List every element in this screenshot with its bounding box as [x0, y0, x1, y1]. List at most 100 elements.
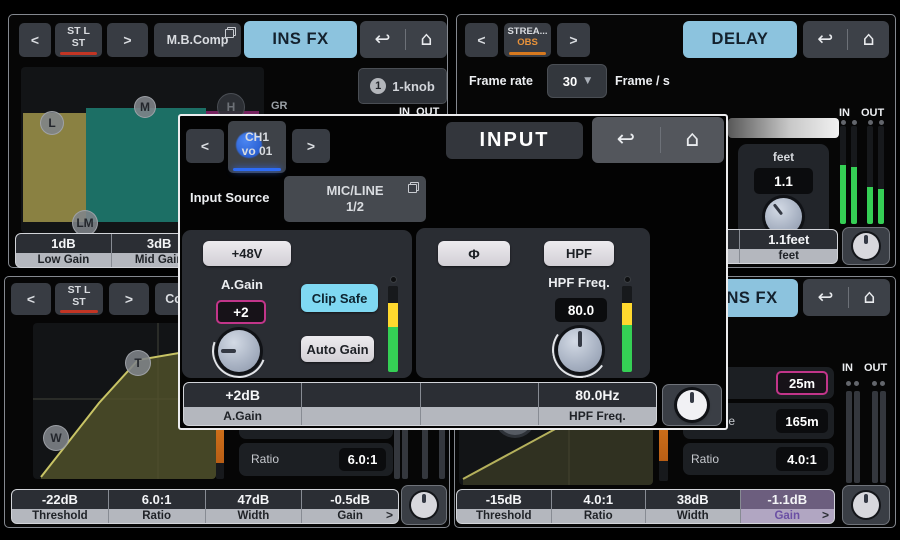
back-icon[interactable]: ↩ [375, 30, 391, 49]
input-source-button[interactable]: MIC/LINE 1/2 [284, 176, 426, 222]
footer-cell-width[interactable]: 47dB Width [206, 490, 303, 523]
fx-name-button[interactable]: M.B.Comp [154, 23, 241, 57]
attack-value[interactable]: 25m [776, 371, 828, 395]
clip-indicator-dot [624, 276, 631, 283]
channel-id: CH1 [245, 131, 269, 145]
footer-cell-empty[interactable] [421, 383, 539, 425]
meter-peak-dot [880, 381, 885, 386]
nav-box: ↩ ⌂ [803, 21, 889, 58]
out-meter [867, 126, 873, 224]
prev-channel-button[interactable]: < [19, 23, 51, 57]
footer-cell-hpf-freq[interactable]: 80.0Hz HPF Freq. [539, 383, 656, 425]
channel-select-button[interactable]: STREA... OBS [504, 23, 551, 57]
release-value[interactable]: 165m [776, 409, 828, 433]
footer-cell-ratio[interactable]: 6.0:1 Ratio [109, 490, 206, 523]
band-marker-low[interactable]: L [40, 111, 64, 135]
threshold-marker[interactable]: T [125, 350, 151, 376]
delay-time-slider[interactable] [728, 118, 839, 138]
param-row-ratio: Ratio 4.0:1 [683, 443, 834, 475]
knob-icon [677, 390, 707, 420]
divider [405, 29, 406, 50]
meter-peak-dot [846, 381, 851, 386]
home-icon[interactable]: ⌂ [685, 129, 699, 151]
band-marker-lowmid[interactable]: LM [72, 210, 98, 233]
hpf-card: Φ HPF HPF Freq. 80.0 [416, 228, 650, 378]
clip-safe-button[interactable]: Clip Safe [301, 284, 378, 312]
tab-delay[interactable]: DELAY [683, 21, 797, 58]
chevron-right-icon: > [822, 508, 829, 522]
out-label: OUT [861, 107, 884, 119]
next-channel-button[interactable]: > [109, 283, 149, 315]
prev-channel-button[interactable]: < [465, 23, 498, 57]
again-knob[interactable] [218, 330, 260, 372]
in-meter [840, 126, 846, 224]
gr-label: GR [271, 100, 288, 112]
phantom-48v-button[interactable]: +48V [203, 241, 291, 266]
auto-gain-button[interactable]: Auto Gain [301, 336, 374, 362]
prev-channel-button[interactable]: < [11, 283, 51, 315]
one-knob-button[interactable]: 1 1-knob [358, 68, 447, 104]
input-footer-bar: +2dB A.Gain 80.0Hz HPF Freq. [183, 382, 657, 426]
preamp-card: +48V A.Gain +2 Clip Safe Auto Gain [182, 230, 412, 378]
ratio-label: Ratio [691, 452, 719, 466]
prev-channel-button[interactable]: < [186, 129, 224, 163]
width-marker[interactable]: W [43, 425, 69, 451]
channel-select-button[interactable]: CH1 vo 01 [228, 121, 286, 173]
frame-rate-dropdown[interactable]: 30 ▼ [547, 64, 607, 98]
footer-cell-ratio[interactable]: 4.0:1 Ratio [552, 490, 647, 523]
again-value[interactable]: +2 [216, 300, 266, 324]
footer-cell-threshold[interactable]: -22dB Threshold [12, 490, 109, 523]
nav-box: ↩ ⌂ [360, 21, 447, 58]
footer-knob-button[interactable] [842, 227, 890, 265]
back-icon[interactable]: ↩ [817, 30, 833, 49]
home-icon[interactable]: ⌂ [863, 288, 875, 307]
hpf-freq-knob[interactable] [558, 328, 602, 372]
footer-cell-empty[interactable] [302, 383, 420, 425]
meter-peak-dot [841, 120, 846, 125]
ratio-value[interactable]: 6.0:1 [339, 448, 386, 471]
footer-knob-button[interactable] [842, 485, 890, 525]
next-channel-button[interactable]: > [292, 129, 330, 163]
comp-footer-bar: -22dB Threshold 6.0:1 Ratio 47dB Width -… [11, 489, 399, 524]
footer-cell-width[interactable]: 38dB Width [646, 490, 741, 523]
divider [848, 287, 849, 308]
ratio-value[interactable]: 4.0:1 [776, 447, 828, 471]
channel-select-button[interactable]: ST L ST [55, 283, 103, 315]
mixer-screen: < ST L ST > M.B.Comp INS FX ↩ ⌂ L M H LM… [0, 0, 900, 540]
frame-rate-label: Frame rate [469, 74, 533, 88]
knob-icon [411, 492, 437, 518]
hpf-button[interactable]: HPF [544, 241, 614, 266]
input-source-label: Input Source [190, 190, 269, 205]
meter-peak-dot [879, 120, 884, 125]
footer-cell-gain-selected[interactable]: -1.1dB Gain > [741, 490, 835, 523]
ratio-label: Ratio [251, 452, 279, 466]
band-marker-mid[interactable]: M [134, 96, 156, 118]
footer-cell-threshold[interactable]: -15dB Threshold [457, 490, 552, 523]
input-level-meter [622, 286, 632, 372]
home-icon[interactable]: ⌂ [420, 30, 432, 49]
input-dialog: < CH1 vo 01 > INPUT ↩ ⌂ Input Source MIC… [178, 114, 728, 430]
footer-cell-feet[interactable]: 1.1feet feet [740, 230, 837, 263]
hpf-freq-value[interactable]: 80.0 [555, 298, 607, 322]
channel-select-button[interactable]: ST L ST [55, 23, 102, 57]
footer-knob-button[interactable] [401, 485, 447, 525]
back-icon[interactable]: ↩ [818, 288, 834, 307]
footer-cell-low-gain[interactable]: 1dB Low Gain [16, 234, 112, 267]
param-row-ratio: Ratio 6.0:1 [239, 443, 393, 476]
next-channel-button[interactable]: > [107, 23, 148, 57]
home-icon[interactable]: ⌂ [863, 30, 875, 49]
clip-indicator-dot [390, 276, 397, 283]
footer-cell-again[interactable]: +2dB A.Gain [184, 383, 302, 425]
back-icon[interactable]: ↩ [617, 129, 635, 151]
next-channel-button[interactable]: > [557, 23, 590, 57]
divider [847, 29, 848, 50]
input-level-meter [388, 286, 398, 372]
feet-value[interactable]: 1.1 [754, 168, 813, 194]
tab-ins-fx[interactable]: INS FX [244, 21, 357, 58]
in-label: IN [842, 362, 853, 374]
phase-button[interactable]: Φ [438, 241, 510, 266]
hpf-freq-label: HPF Freq. [538, 275, 620, 290]
comp-footer-bar: -15dB Threshold 4.0:1 Ratio 38dB Width -… [456, 489, 835, 524]
footer-cell-gain[interactable]: -0.5dB Gain > [302, 490, 398, 523]
footer-knob-button[interactable] [662, 384, 722, 426]
